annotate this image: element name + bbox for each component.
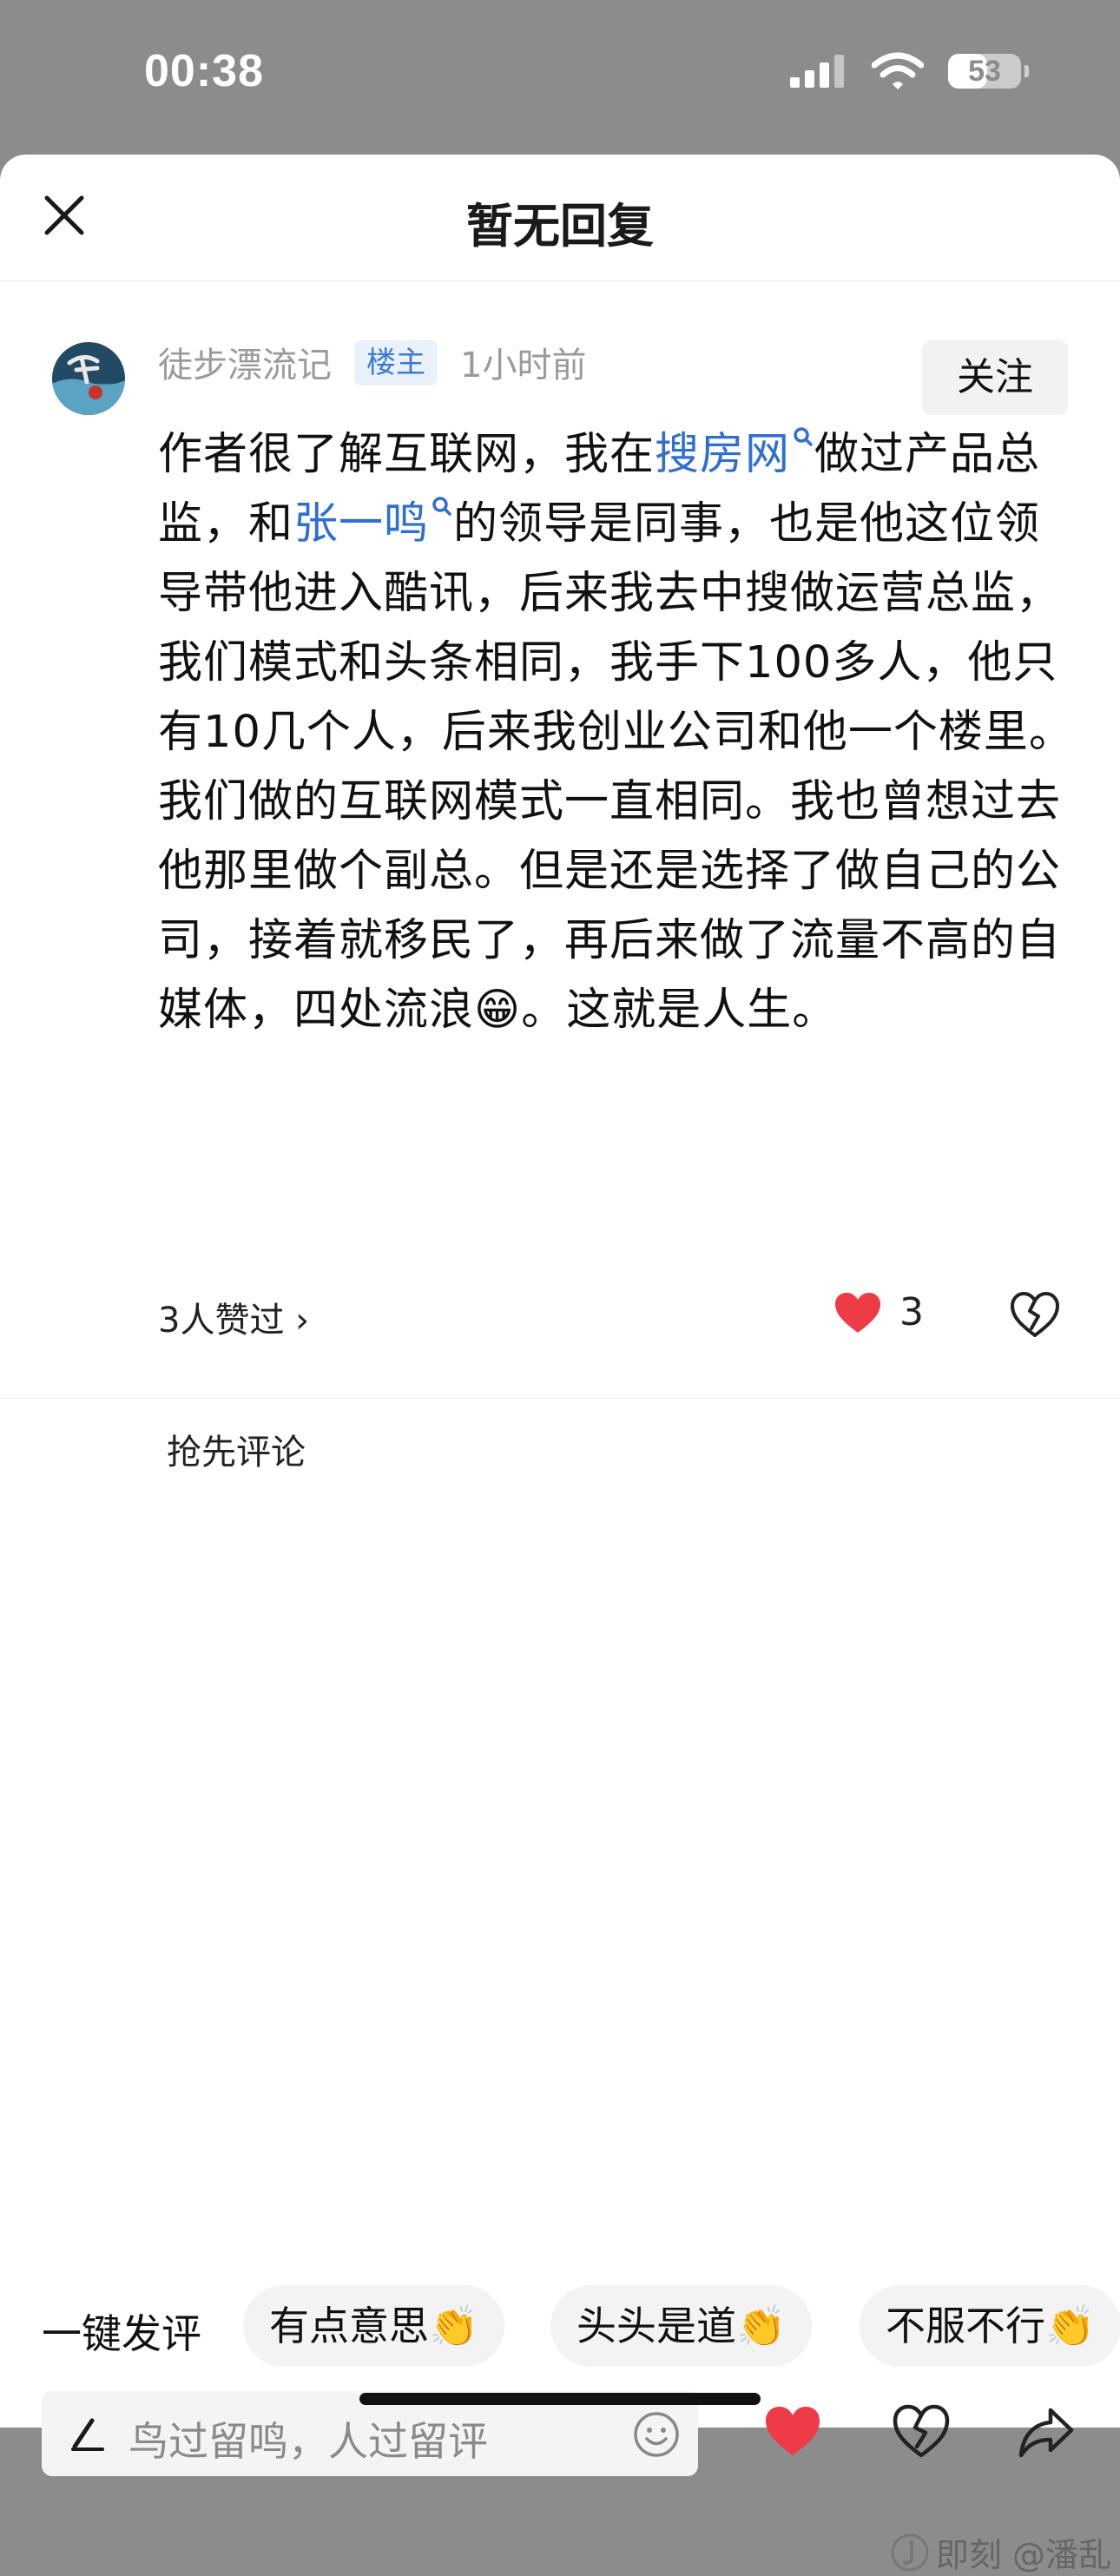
share-icon[interactable] bbox=[1016, 2401, 1077, 2462]
status-icons: 53 bbox=[790, 52, 1029, 90]
comment-text: 作者很了解互联网，我在 bbox=[158, 429, 656, 480]
broken-heart-icon[interactable] bbox=[891, 2401, 952, 2462]
battery-percent: 53 bbox=[968, 54, 1001, 88]
grin-emoji: 😁 bbox=[474, 985, 522, 1036]
keyword-link-zhangyiming[interactable]: 张一鸣 bbox=[293, 497, 453, 550]
broken-heart-icon[interactable] bbox=[1009, 1290, 1061, 1339]
first-comment-button[interactable]: 抢先评论 bbox=[167, 1424, 306, 1474]
jike-logo-icon bbox=[891, 2533, 929, 2571]
watermark-text: 即刻 @潘乱 bbox=[935, 2536, 1111, 2574]
avatar-image bbox=[52, 342, 125, 415]
home-indicator[interactable] bbox=[359, 2393, 761, 2405]
comment-text: 。这就是人生。 bbox=[521, 985, 838, 1036]
like-button[interactable]: 3 bbox=[833, 1290, 924, 1334]
watermark: 即刻 @潘乱 bbox=[891, 2528, 1111, 2576]
timestamp: 1小时前 bbox=[460, 346, 587, 385]
status-time: 00:38 bbox=[144, 46, 264, 96]
username[interactable]: 徒步漂流记 bbox=[158, 337, 332, 387]
search-icon bbox=[432, 497, 451, 516]
page-title: 暂无回复 bbox=[466, 199, 654, 254]
quick-reply-chip[interactable]: 头头是道👏 bbox=[550, 2285, 813, 2367]
comment-body: 作者很了解互联网，我在搜房网 做过产品总监，和张一鸣 的领导是同事，也是他这位领导带… bbox=[158, 420, 1075, 1045]
like-count: 3 bbox=[899, 1290, 924, 1334]
avatar[interactable] bbox=[52, 342, 125, 415]
follow-button[interactable]: 关注 bbox=[922, 340, 1068, 415]
emoji-icon[interactable] bbox=[632, 2410, 681, 2459]
status-bar: 00:38 53 bbox=[0, 0, 1120, 155]
reply-sheet: 暂无回复 徒步漂流记 楼主 1小时前 关注 作者很了解互联网，我在搜房网 做过产品… bbox=[0, 155, 1120, 2574]
sheet-header: 暂无回复 bbox=[0, 155, 1120, 281]
wifi-icon bbox=[872, 52, 924, 89]
like-icon[interactable] bbox=[762, 2401, 823, 2462]
pen-icon bbox=[71, 2418, 104, 2451]
keyword-link-soufang[interactable]: 搜房网 bbox=[655, 427, 814, 480]
search-icon bbox=[794, 427, 813, 446]
quick-reply-chip[interactable]: 有点意思👏 bbox=[243, 2285, 505, 2367]
quick-reply-chip[interactable]: 不服不行👏 bbox=[860, 2285, 1120, 2367]
quick-reply-label: 一键发评 bbox=[42, 2310, 201, 2357]
likers-link[interactable]: 3人赞过 › bbox=[158, 1292, 309, 1342]
heart-icon bbox=[835, 1292, 880, 1333]
battery-icon: 53 bbox=[948, 54, 1029, 89]
cellular-signal-icon bbox=[790, 55, 844, 88]
divider bbox=[0, 1398, 1120, 1399]
quick-reply-bar: 一键发评 有点意思👏 头头是道👏 不服不行👏 bbox=[0, 2285, 1120, 2372]
author-badge: 楼主 bbox=[354, 340, 438, 385]
comment-text: 的领导是同事，也是他这位领导带他进入酷讯，后来我去中搜做运营总监，我们模式和头条… bbox=[158, 498, 1074, 1036]
input-placeholder: 鸟过留鸣，人过留评 bbox=[128, 2418, 488, 2465]
